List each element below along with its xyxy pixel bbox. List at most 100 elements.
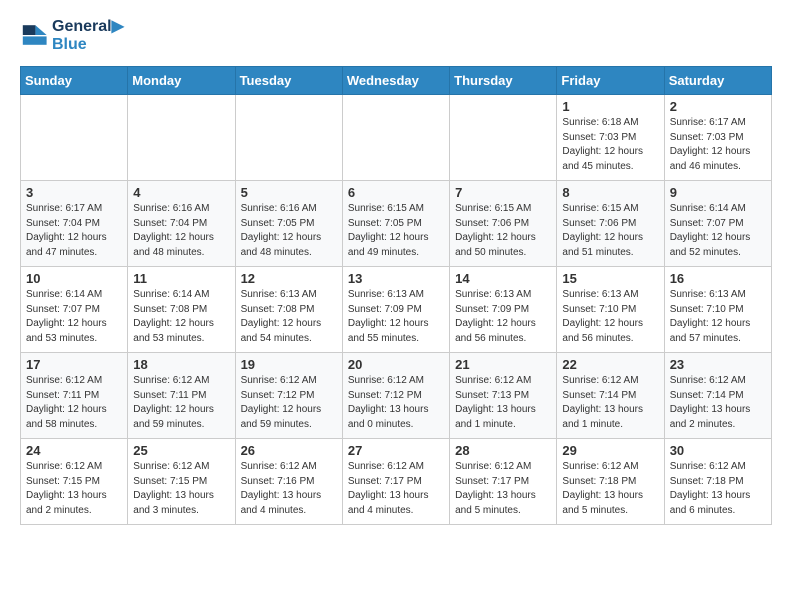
calendar-cell: 13 Sunrise: 6:13 AM Sunset: 7:09 PM Dayli…	[342, 267, 449, 353]
calendar-cell: 19 Sunrise: 6:12 AM Sunset: 7:12 PM Dayli…	[235, 353, 342, 439]
logo-icon	[20, 21, 48, 49]
day-info: Sunrise: 6:13 AM Sunset: 7:10 PM Dayligh…	[670, 288, 766, 346]
day-info: Sunrise: 6:12 AM Sunset: 7:15 PM Dayligh…	[26, 460, 122, 518]
calendar-cell: 18 Sunrise: 6:12 AM Sunset: 7:11 PM Dayli…	[128, 353, 235, 439]
day-number: 17	[26, 357, 122, 372]
day-number: 11	[133, 271, 229, 286]
calendar-header-monday: Monday	[128, 67, 235, 95]
day-number: 25	[133, 443, 229, 458]
day-info: Sunrise: 6:12 AM Sunset: 7:12 PM Dayligh…	[348, 374, 444, 432]
day-info: Sunrise: 6:12 AM Sunset: 7:17 PM Dayligh…	[348, 460, 444, 518]
calendar-cell	[235, 95, 342, 181]
calendar-cell: 28 Sunrise: 6:12 AM Sunset: 7:17 PM Dayli…	[450, 439, 557, 525]
calendar-header-saturday: Saturday	[664, 67, 771, 95]
calendar-week-5: 24Sunrise: 6:12 AM Sunset: 7:15 PM Dayli…	[21, 439, 772, 525]
day-number: 26	[241, 443, 337, 458]
day-number: 12	[241, 271, 337, 286]
day-number: 19	[241, 357, 337, 372]
day-number: 13	[348, 271, 444, 286]
day-info: Sunrise: 6:12 AM Sunset: 7:11 PM Dayligh…	[26, 374, 122, 432]
calendar-cell	[450, 95, 557, 181]
day-info: Sunrise: 6:15 AM Sunset: 7:05 PM Dayligh…	[348, 202, 444, 260]
day-info: Sunrise: 6:12 AM Sunset: 7:18 PM Dayligh…	[670, 460, 766, 518]
day-number: 1	[562, 99, 658, 114]
calendar-cell: 24Sunrise: 6:12 AM Sunset: 7:15 PM Dayli…	[21, 439, 128, 525]
day-info: Sunrise: 6:14 AM Sunset: 7:07 PM Dayligh…	[670, 202, 766, 260]
day-info: Sunrise: 6:14 AM Sunset: 7:08 PM Dayligh…	[133, 288, 229, 346]
calendar-week-1: 1 Sunrise: 6:18 AM Sunset: 7:03 PM Daylig…	[21, 95, 772, 181]
day-number: 27	[348, 443, 444, 458]
calendar-cell: 30 Sunrise: 6:12 AM Sunset: 7:18 PM Dayli…	[664, 439, 771, 525]
day-info: Sunrise: 6:12 AM Sunset: 7:16 PM Dayligh…	[241, 460, 337, 518]
day-info: Sunrise: 6:13 AM Sunset: 7:09 PM Dayligh…	[348, 288, 444, 346]
calendar-header-thursday: Thursday	[450, 67, 557, 95]
calendar-header-sunday: Sunday	[21, 67, 128, 95]
day-info: Sunrise: 6:17 AM Sunset: 7:04 PM Dayligh…	[26, 202, 122, 260]
calendar-header-friday: Friday	[557, 67, 664, 95]
calendar-cell: 8Sunrise: 6:15 AM Sunset: 7:06 PM Daylig…	[557, 181, 664, 267]
calendar-cell: 14 Sunrise: 6:13 AM Sunset: 7:09 PM Dayli…	[450, 267, 557, 353]
calendar-cell: 27 Sunrise: 6:12 AM Sunset: 7:17 PM Dayli…	[342, 439, 449, 525]
day-number: 6	[348, 185, 444, 200]
day-number: 5	[241, 185, 337, 200]
page: General▶ Blue SundayMondayTuesdayWednesd…	[0, 0, 792, 541]
day-info: Sunrise: 6:18 AM Sunset: 7:03 PM Dayligh…	[562, 116, 658, 174]
calendar-week-2: 3 Sunrise: 6:17 AM Sunset: 7:04 PM Daylig…	[21, 181, 772, 267]
calendar-cell: 16 Sunrise: 6:13 AM Sunset: 7:10 PM Dayli…	[664, 267, 771, 353]
calendar-cell: 26 Sunrise: 6:12 AM Sunset: 7:16 PM Dayli…	[235, 439, 342, 525]
calendar-cell: 1 Sunrise: 6:18 AM Sunset: 7:03 PM Daylig…	[557, 95, 664, 181]
calendar-cell: 2Sunrise: 6:17 AM Sunset: 7:03 PM Daylig…	[664, 95, 771, 181]
calendar-cell: 25 Sunrise: 6:12 AM Sunset: 7:15 PM Dayli…	[128, 439, 235, 525]
day-number: 16	[670, 271, 766, 286]
day-number: 4	[133, 185, 229, 200]
calendar-cell: 23 Sunrise: 6:12 AM Sunset: 7:14 PM Dayli…	[664, 353, 771, 439]
day-info: Sunrise: 6:12 AM Sunset: 7:12 PM Dayligh…	[241, 374, 337, 432]
day-info: Sunrise: 6:13 AM Sunset: 7:10 PM Dayligh…	[562, 288, 658, 346]
day-number: 28	[455, 443, 551, 458]
calendar-cell: 15 Sunrise: 6:13 AM Sunset: 7:10 PM Dayli…	[557, 267, 664, 353]
day-number: 21	[455, 357, 551, 372]
calendar-cell: 3 Sunrise: 6:17 AM Sunset: 7:04 PM Daylig…	[21, 181, 128, 267]
calendar-week-4: 17 Sunrise: 6:12 AM Sunset: 7:11 PM Dayli…	[21, 353, 772, 439]
calendar-cell: 29 Sunrise: 6:12 AM Sunset: 7:18 PM Dayli…	[557, 439, 664, 525]
day-number: 14	[455, 271, 551, 286]
day-number: 22	[562, 357, 658, 372]
calendar-cell	[128, 95, 235, 181]
day-number: 29	[562, 443, 658, 458]
day-number: 30	[670, 443, 766, 458]
day-number: 15	[562, 271, 658, 286]
day-number: 18	[133, 357, 229, 372]
day-info: Sunrise: 6:13 AM Sunset: 7:09 PM Dayligh…	[455, 288, 551, 346]
calendar-cell: 5Sunrise: 6:16 AM Sunset: 7:05 PM Daylig…	[235, 181, 342, 267]
calendar-cell: 9Sunrise: 6:14 AM Sunset: 7:07 PM Daylig…	[664, 181, 771, 267]
header: General▶ Blue	[20, 16, 772, 54]
day-info: Sunrise: 6:13 AM Sunset: 7:08 PM Dayligh…	[241, 288, 337, 346]
day-number: 8	[562, 185, 658, 200]
day-info: Sunrise: 6:12 AM Sunset: 7:14 PM Dayligh…	[670, 374, 766, 432]
logo: General▶ Blue	[20, 16, 124, 54]
calendar-cell	[21, 95, 128, 181]
calendar-cell: 22Sunrise: 6:12 AM Sunset: 7:14 PM Dayli…	[557, 353, 664, 439]
day-info: Sunrise: 6:17 AM Sunset: 7:03 PM Dayligh…	[670, 116, 766, 174]
day-info: Sunrise: 6:14 AM Sunset: 7:07 PM Dayligh…	[26, 288, 122, 346]
calendar-cell: 6 Sunrise: 6:15 AM Sunset: 7:05 PM Daylig…	[342, 181, 449, 267]
day-number: 20	[348, 357, 444, 372]
calendar-cell: 4Sunrise: 6:16 AM Sunset: 7:04 PM Daylig…	[128, 181, 235, 267]
day-number: 3	[26, 185, 122, 200]
calendar-header-row: SundayMondayTuesdayWednesdayThursdayFrid…	[21, 67, 772, 95]
calendar-cell: 11 Sunrise: 6:14 AM Sunset: 7:08 PM Dayli…	[128, 267, 235, 353]
calendar-cell: 17 Sunrise: 6:12 AM Sunset: 7:11 PM Dayli…	[21, 353, 128, 439]
logo-text: General▶ Blue	[52, 16, 124, 54]
calendar-cell: 21 Sunrise: 6:12 AM Sunset: 7:13 PM Dayli…	[450, 353, 557, 439]
day-number: 23	[670, 357, 766, 372]
day-info: Sunrise: 6:12 AM Sunset: 7:13 PM Dayligh…	[455, 374, 551, 432]
calendar-cell: 10Sunrise: 6:14 AM Sunset: 7:07 PM Dayli…	[21, 267, 128, 353]
calendar-table: SundayMondayTuesdayWednesdayThursdayFrid…	[20, 66, 772, 525]
day-info: Sunrise: 6:12 AM Sunset: 7:18 PM Dayligh…	[562, 460, 658, 518]
calendar-header-tuesday: Tuesday	[235, 67, 342, 95]
day-info: Sunrise: 6:12 AM Sunset: 7:17 PM Dayligh…	[455, 460, 551, 518]
day-info: Sunrise: 6:15 AM Sunset: 7:06 PM Dayligh…	[455, 202, 551, 260]
day-info: Sunrise: 6:12 AM Sunset: 7:11 PM Dayligh…	[133, 374, 229, 432]
day-info: Sunrise: 6:12 AM Sunset: 7:15 PM Dayligh…	[133, 460, 229, 518]
calendar-week-3: 10Sunrise: 6:14 AM Sunset: 7:07 PM Dayli…	[21, 267, 772, 353]
